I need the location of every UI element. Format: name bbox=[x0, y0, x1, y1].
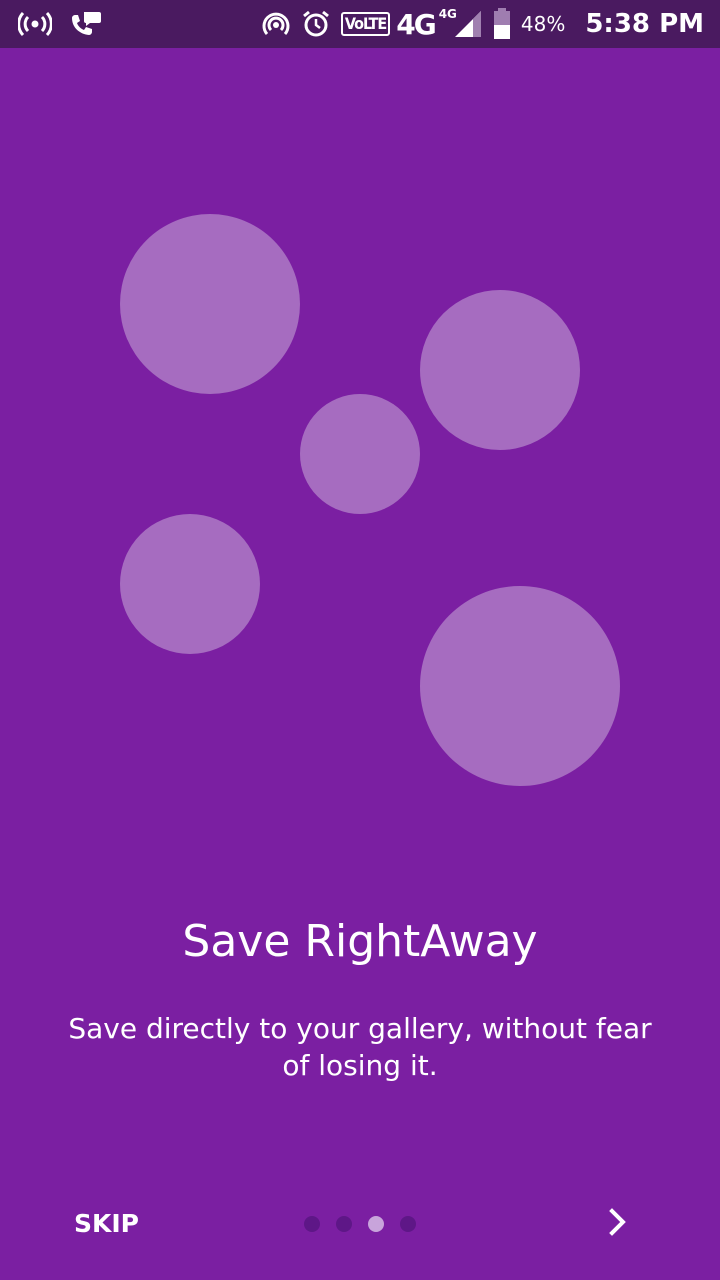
decorative-bubble bbox=[300, 394, 420, 514]
network-type-label: 4G bbox=[396, 7, 436, 41]
battery-icon bbox=[493, 8, 511, 40]
portable-hotspot-icon bbox=[261, 9, 291, 39]
hotspot-broadcast-icon bbox=[18, 11, 52, 37]
onboarding-screen: VoLTE 4G 4G 48% 5:38 PM Save RightAway S… bbox=[0, 0, 720, 1280]
chevron-right-icon bbox=[608, 1208, 628, 1240]
wifi-calling-icon bbox=[68, 10, 102, 38]
alarm-icon bbox=[301, 9, 331, 39]
signal-icon bbox=[453, 9, 483, 39]
onboarding-description: Save directly to your gallery, without f… bbox=[68, 1012, 652, 1082]
status-bar-left bbox=[18, 0, 102, 48]
page-indicator-dot bbox=[400, 1216, 416, 1232]
decorative-bubble bbox=[420, 290, 580, 450]
next-button[interactable] bbox=[600, 1204, 636, 1244]
status-bar-right: VoLTE 4G 4G 48% 5:38 PM bbox=[261, 0, 704, 48]
decorative-bubble bbox=[120, 214, 300, 394]
status-bar: VoLTE 4G 4G 48% 5:38 PM bbox=[0, 0, 720, 48]
volte-label: VoLTE bbox=[340, 12, 391, 36]
page-indicator-dot bbox=[304, 1216, 320, 1232]
page-indicator bbox=[304, 1216, 416, 1232]
status-clock: 5:38 PM bbox=[585, 9, 704, 39]
page-indicator-dot bbox=[336, 1216, 352, 1232]
decorative-bubble bbox=[120, 514, 260, 654]
battery-percentage: 48% bbox=[520, 12, 566, 36]
onboarding-title: Save RightAway bbox=[182, 916, 538, 967]
skip-button[interactable]: SKIP bbox=[74, 1206, 139, 1242]
network-type-sup-label: 4G bbox=[438, 7, 457, 21]
decorative-bubble bbox=[420, 586, 620, 786]
page-indicator-dot-active bbox=[368, 1216, 384, 1232]
